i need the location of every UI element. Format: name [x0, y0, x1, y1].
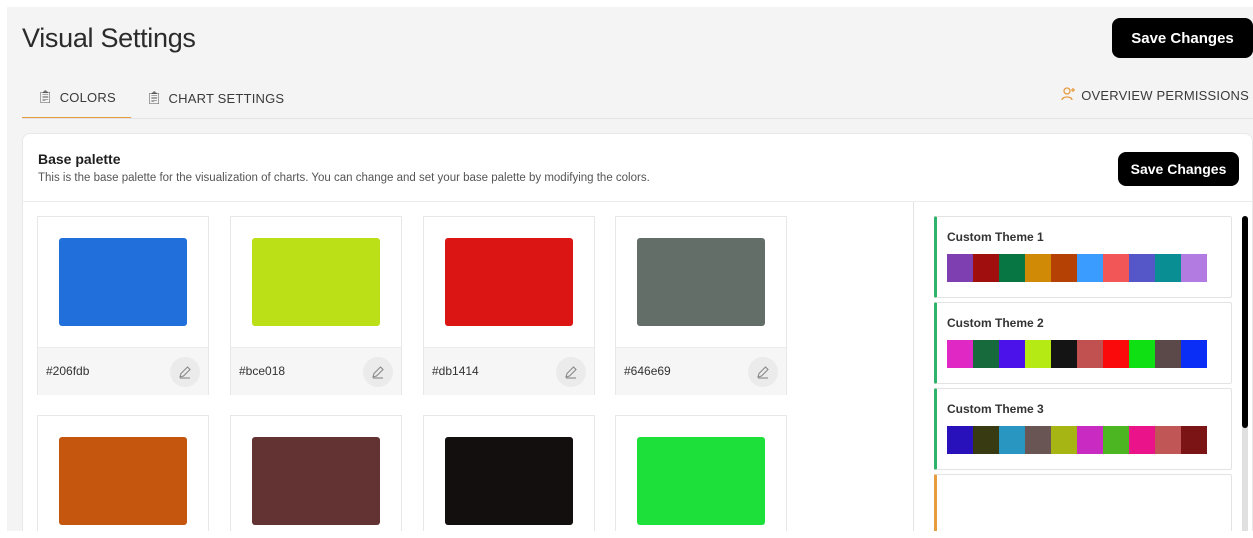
visual-settings-page: Visual Settings Save Changes 📋︎ COLORS 📋… — [7, 7, 1253, 531]
custom-themes-list: Custom Theme 1 Custom Theme 2 Custom The… — [934, 216, 1239, 531]
tabs-divider — [22, 118, 1253, 119]
pencil-icon[interactable] — [170, 357, 200, 387]
theme-color-chip — [947, 340, 973, 368]
scrollbar-thumb[interactable] — [1242, 216, 1248, 428]
custom-theme-2[interactable]: Custom Theme 2 — [934, 302, 1232, 384]
theme-color-chip — [1129, 426, 1155, 454]
theme-color-chip — [999, 426, 1025, 454]
theme-color-chip — [1103, 254, 1129, 282]
theme-color-chip — [1181, 426, 1207, 454]
theme-color-chip — [1155, 426, 1181, 454]
color-preview — [252, 238, 380, 326]
theme-color-chip — [1155, 254, 1181, 282]
theme-color-chip — [947, 426, 973, 454]
theme-color-chip — [1181, 254, 1207, 282]
theme-color-chip — [1025, 254, 1051, 282]
swatch-footer: #bce018 — [231, 347, 401, 395]
swatch-footer: #646e69 — [616, 347, 786, 395]
card-save-changes-button[interactable]: Save Changes — [1118, 152, 1239, 186]
theme-color-chip — [1025, 340, 1051, 368]
theme-name: Custom Theme 3 — [947, 402, 1044, 416]
tab-chart-settings-label: CHART SETTINGS — [168, 90, 285, 106]
color-hex-label: #646e69 — [624, 364, 671, 378]
theme-color-chip — [999, 254, 1025, 282]
theme-color-chip — [1155, 340, 1181, 368]
card-divider — [23, 201, 1252, 202]
theme-color-strip — [947, 426, 1207, 454]
color-swatch-5 — [37, 415, 209, 531]
theme-color-chip — [1129, 340, 1155, 368]
theme-color-chip — [973, 426, 999, 454]
color-preview — [445, 437, 573, 525]
overview-permissions-label: OVERVIEW PERMISSIONS — [1081, 88, 1249, 103]
tab-colors-label: COLORS — [59, 89, 116, 105]
custom-theme-1[interactable]: Custom Theme 1 — [934, 216, 1232, 298]
theme-color-chip — [947, 254, 973, 282]
theme-color-chip — [1051, 426, 1077, 454]
color-preview — [637, 437, 765, 525]
color-swatch-6 — [230, 415, 402, 531]
clipboard-icon: 📋︎ — [145, 90, 163, 105]
theme-name: Custom Theme 1 — [947, 230, 1044, 244]
color-preview — [637, 238, 765, 326]
themes-scrollbar[interactable] — [1242, 216, 1248, 531]
tab-colors[interactable]: 📋︎ COLORS — [22, 77, 131, 119]
custom-theme-4[interactable] — [934, 474, 1232, 531]
panel-divider — [913, 202, 914, 531]
card-title: Base palette — [38, 151, 121, 167]
save-changes-button[interactable]: Save Changes — [1112, 18, 1253, 58]
theme-color-chip — [1103, 426, 1129, 454]
color-swatch-8 — [615, 415, 787, 531]
pencil-icon[interactable] — [363, 357, 393, 387]
clipboard-icon: 📋︎ — [37, 89, 54, 104]
theme-color-chip — [1077, 426, 1103, 454]
theme-color-chip — [1077, 254, 1103, 282]
theme-color-chip — [1103, 340, 1129, 368]
pencil-icon[interactable] — [748, 357, 778, 387]
swatch-footer: #206fdb — [38, 347, 208, 395]
color-swatch-1: #206fdb — [37, 216, 209, 395]
theme-color-chip — [1129, 254, 1155, 282]
swatch-footer: #db1414 — [424, 347, 594, 395]
page-title: Visual Settings — [22, 23, 196, 53]
theme-color-chip — [999, 340, 1025, 368]
theme-color-chip — [973, 254, 999, 282]
theme-name: Custom Theme 2 — [947, 316, 1044, 330]
color-hex-label: #db1414 — [432, 364, 479, 378]
theme-color-chip — [1077, 340, 1103, 368]
theme-color-strip — [947, 340, 1207, 368]
tab-chart-settings[interactable]: 📋︎ CHART SETTINGS — [131, 77, 299, 119]
theme-color-chip — [1181, 340, 1207, 368]
base-palette-card: Base palette This is the base palette fo… — [22, 133, 1253, 531]
color-preview — [252, 437, 380, 525]
color-hex-label: #bce018 — [239, 364, 286, 378]
theme-color-chip — [1051, 254, 1077, 282]
card-description: This is the base palette for the visuali… — [38, 172, 650, 184]
color-preview — [445, 238, 573, 326]
color-swatch-2: #bce018 — [230, 216, 402, 395]
color-hex-label: #206fdb — [46, 364, 90, 378]
pencil-icon[interactable] — [556, 357, 586, 387]
color-swatch-7 — [423, 415, 595, 531]
theme-color-chip — [973, 340, 999, 368]
color-swatch-4: #646e69 — [615, 216, 787, 395]
user-plus-icon — [1061, 87, 1076, 104]
theme-color-chip — [1025, 426, 1051, 454]
tab-bar: 📋︎ COLORS 📋︎ CHART SETTINGS — [22, 77, 299, 119]
color-preview — [59, 437, 187, 525]
overview-permissions-link[interactable]: OVERVIEW PERMISSIONS — [1061, 87, 1249, 104]
theme-color-strip — [947, 254, 1207, 282]
color-swatch-3: #db1414 — [423, 216, 595, 395]
custom-theme-3[interactable]: Custom Theme 3 — [934, 388, 1232, 470]
theme-color-chip — [1051, 340, 1077, 368]
color-preview — [59, 238, 187, 326]
